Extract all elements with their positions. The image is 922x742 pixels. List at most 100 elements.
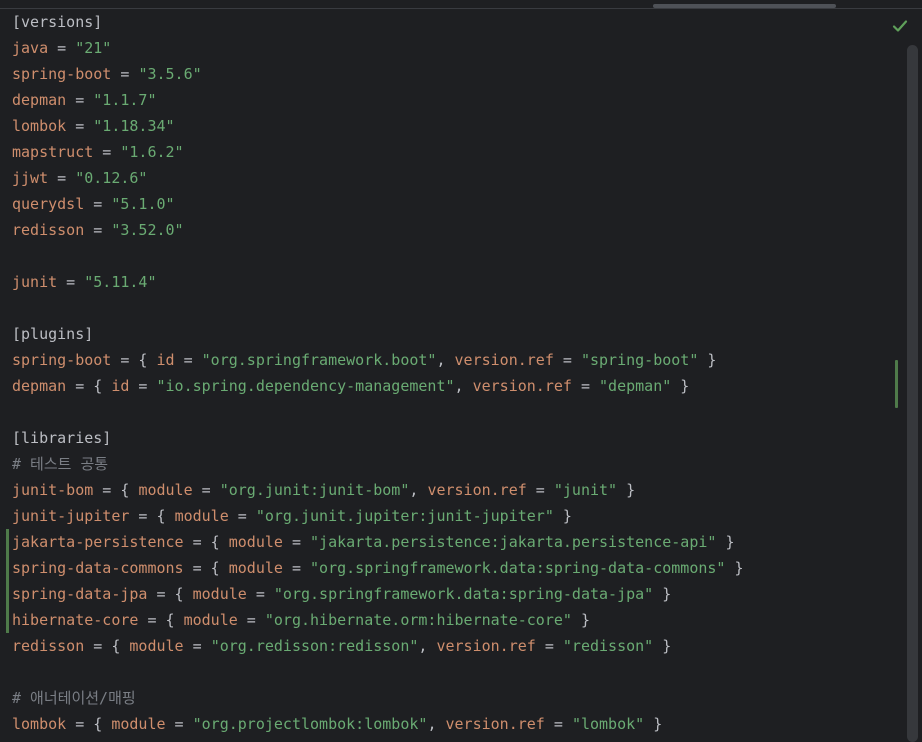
code-line[interactable] — [12, 399, 744, 425]
toml-punctuation: } — [571, 611, 590, 629]
toml-punctuation: = { — [93, 481, 139, 499]
toml-key: version.ref — [454, 351, 554, 369]
code-line[interactable]: spring-boot = { id = "org.springframewor… — [12, 347, 744, 373]
toml-table-header: [libraries] — [12, 429, 112, 447]
toml-string: "io.spring.dependency-management" — [156, 377, 455, 395]
toml-string: "depman" — [599, 377, 672, 395]
horizontal-scrollbar-thumb[interactable] — [653, 4, 836, 8]
toml-punctuation: = { — [66, 715, 112, 733]
toml-punctuation: = — [66, 117, 94, 135]
toml-punctuation: = — [228, 507, 256, 525]
toml-string: "jakarta.persistence:jakarta.persistence… — [310, 533, 717, 551]
toml-key: module — [111, 715, 166, 733]
toml-punctuation: } — [716, 533, 735, 551]
toml-string: "1.6.2" — [120, 143, 184, 161]
toml-punctuation: } — [644, 715, 663, 733]
toml-punctuation: = — [48, 39, 76, 57]
vcs-change-marker[interactable] — [6, 555, 9, 581]
toml-punctuation: = — [66, 91, 94, 109]
toml-punctuation: = { — [111, 351, 157, 369]
code-line[interactable] — [12, 243, 744, 269]
toml-punctuation: } — [725, 559, 744, 577]
toml-key: querydsl — [12, 195, 85, 213]
toml-punctuation: , — [436, 351, 455, 369]
code-line[interactable]: mapstruct = "1.6.2" — [12, 139, 744, 165]
toml-punctuation: = — [183, 637, 211, 655]
toml-punctuation: = — [237, 611, 265, 629]
code-line[interactable]: java = "21" — [12, 35, 744, 61]
toml-string: "1.1.7" — [93, 91, 157, 109]
toml-punctuation: , — [409, 481, 428, 499]
toml-punctuation: , — [418, 637, 437, 655]
vcs-change-marker[interactable] — [6, 607, 9, 633]
code-line[interactable]: lombok = { module = "org.projectlombok:l… — [12, 711, 744, 737]
toml-punctuation: } — [553, 507, 572, 525]
toml-punctuation: = — [526, 481, 554, 499]
toml-string: "org.junit:junit-bom" — [219, 481, 410, 499]
toml-string: "5.11.4" — [84, 273, 157, 291]
change-stripe-marker[interactable] — [895, 360, 898, 408]
toml-punctuation: = { — [183, 559, 229, 577]
code-line[interactable]: spring-data-commons = { module = "org.sp… — [6, 555, 744, 581]
toml-punctuation: = — [111, 65, 139, 83]
code-line[interactable]: spring-data-jpa = { module = "org.spring… — [6, 581, 744, 607]
code-line[interactable]: junit = "5.11.4" — [12, 269, 744, 295]
toml-key: java — [12, 39, 49, 57]
toml-string: "org.redisson:redisson" — [210, 637, 419, 655]
toml-punctuation: } — [698, 351, 717, 369]
toml-key: spring-data-commons — [12, 559, 184, 577]
code-line[interactable]: junit-jupiter = { module = "org.junit.ju… — [12, 503, 744, 529]
code-editor[interactable]: [versions] java = "21" spring-boot = "3.5.… — [0, 0, 922, 742]
toml-punctuation: = — [571, 377, 600, 395]
toml-key: spring-data-jpa — [12, 585, 148, 603]
code-line[interactable]: redisson = "3.52.0" — [12, 217, 744, 243]
toml-string: "org.junit.jupiter:junit-jupiter" — [255, 507, 554, 525]
code-line[interactable]: jjwt = "0.12.6" — [12, 165, 744, 191]
toml-string: "5.1.0" — [111, 195, 175, 213]
toml-key: hibernate-core — [12, 611, 139, 629]
toml-punctuation: = { — [138, 611, 184, 629]
code-line[interactable]: depman = { id = "io.spring.dependency-ma… — [12, 373, 744, 399]
toml-punctuation: = — [535, 637, 563, 655]
code-line[interactable]: [versions] — [12, 9, 744, 35]
code-line[interactable]: # 애너테이션/매핑 — [12, 685, 744, 711]
toml-string: "org.springframework.data:spring-data-jp… — [273, 585, 654, 603]
toml-punctuation: = { — [147, 585, 193, 603]
code-line[interactable]: redisson = { module = "org.redisson:redi… — [12, 633, 744, 659]
code-line[interactable]: # 테스트 공통 — [12, 451, 744, 477]
code-line[interactable] — [12, 295, 744, 321]
toml-key: module — [183, 611, 238, 629]
code-area[interactable]: [versions] java = "21" spring-boot = "3.5.… — [6, 9, 744, 737]
toml-punctuation: = — [48, 169, 76, 187]
toml-key: module — [192, 585, 247, 603]
toml-punctuation: } — [671, 377, 690, 395]
toml-punctuation: , — [427, 715, 446, 733]
toml-string: "lombok" — [571, 715, 645, 733]
toml-key: version.ref — [472, 377, 572, 395]
code-line[interactable]: querydsl = "5.1.0" — [12, 191, 744, 217]
code-line[interactable]: junit-bom = { module = "org.junit:junit-… — [12, 477, 744, 503]
toml-key: module — [174, 507, 229, 525]
toml-key: jjwt — [12, 169, 49, 187]
vcs-change-marker[interactable] — [6, 529, 9, 555]
code-line[interactable]: hibernate-core = { module = "org.hiberna… — [6, 607, 744, 633]
code-line[interactable]: [libraries] — [12, 425, 744, 451]
toml-punctuation: = — [84, 195, 112, 213]
vertical-scrollbar-thumb[interactable] — [907, 45, 918, 742]
toml-key: id — [111, 377, 130, 395]
toml-string: "redisson" — [562, 637, 654, 655]
toml-punctuation: = — [282, 533, 311, 551]
toml-string: "org.projectlombok:lombok" — [192, 715, 428, 733]
code-line[interactable]: spring-boot = "3.5.6" — [12, 61, 744, 87]
vcs-change-marker[interactable] — [6, 581, 9, 607]
toml-key: version.ref — [427, 481, 527, 499]
code-line[interactable]: [plugins] — [12, 321, 744, 347]
toml-string: "org.springframework.boot" — [201, 351, 437, 369]
toml-key: redisson — [12, 637, 85, 655]
toml-key: depman — [12, 91, 67, 109]
code-line[interactable]: jakarta-persistence = { module = "jakart… — [6, 529, 744, 555]
code-line[interactable]: lombok = "1.18.34" — [12, 113, 744, 139]
check-icon[interactable] — [890, 16, 910, 36]
code-line[interactable]: depman = "1.1.7" — [12, 87, 744, 113]
code-line[interactable] — [12, 659, 744, 685]
